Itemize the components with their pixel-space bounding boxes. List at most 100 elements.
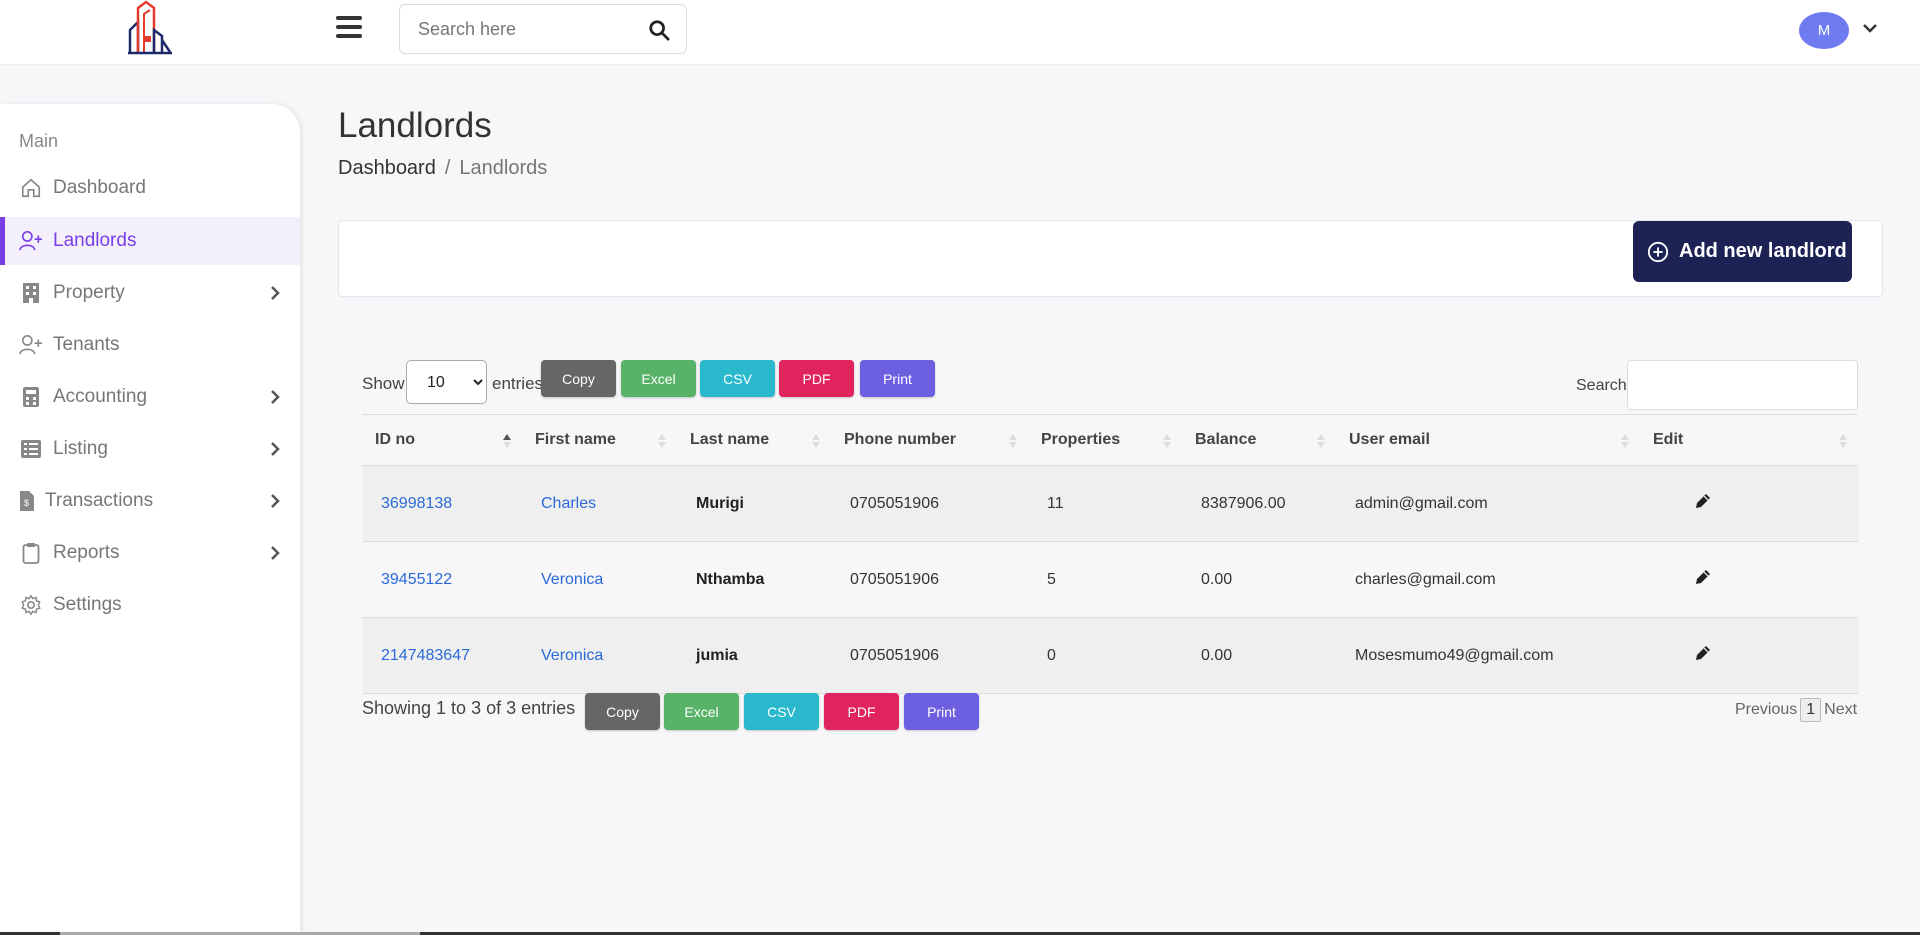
sidebar: Main Dashboard Landlords Property Tenant…	[0, 104, 300, 935]
landlord-first-name-link[interactable]: Veronica	[541, 571, 603, 588]
user-avatar[interactable]: M	[1799, 12, 1849, 49]
cell-last-name: Murigi	[677, 465, 831, 542]
chevron-down-icon[interactable]	[1862, 20, 1878, 36]
file-dollar-icon: $	[19, 489, 35, 513]
pencil-icon[interactable]	[1694, 492, 1712, 510]
sidebar-item-label: Dashboard	[53, 177, 146, 198]
print-button[interactable]: Print	[860, 360, 935, 397]
cell-balance: 8387906.00	[1182, 465, 1336, 542]
sort-icon	[658, 434, 666, 448]
column-header-balance[interactable]: Balance	[1182, 414, 1336, 466]
sidebar-item-tenants[interactable]: Tenants	[0, 321, 300, 369]
list-icon	[19, 437, 43, 461]
app-logo[interactable]	[124, 0, 176, 56]
building-icon	[19, 281, 43, 305]
pencil-icon[interactable]	[1694, 644, 1712, 662]
column-header-id[interactable]: ID no	[362, 414, 522, 466]
sort-icon	[1839, 434, 1847, 448]
copy-button[interactable]: Copy	[541, 360, 616, 397]
user-plus-icon	[19, 229, 43, 253]
sidebar-item-settings[interactable]: Settings	[0, 581, 300, 629]
chevron-right-icon	[271, 390, 280, 404]
column-header-label: Last name	[690, 431, 770, 448]
show-label: Show	[362, 374, 405, 393]
plus-circle-icon	[1647, 241, 1669, 262]
table-row: 39455122 Veronica Nthamba 0705051906 5 0…	[362, 541, 1858, 618]
sidebar-item-label: Transactions	[45, 490, 154, 511]
column-header-email[interactable]: User email	[1336, 414, 1640, 466]
search-icon[interactable]	[648, 19, 670, 41]
sidebar-item-landlords[interactable]: Landlords	[0, 217, 300, 265]
sort-icon	[1621, 434, 1629, 448]
cell-email: Mosesmumo49@gmail.com	[1336, 617, 1640, 694]
landlord-id-link[interactable]: 2147483647	[381, 647, 470, 664]
top-header: M	[0, 0, 1920, 65]
menu-toggle-icon[interactable]	[336, 16, 362, 38]
sort-icon	[1163, 434, 1171, 448]
cell-phone: 0705051906	[831, 541, 1028, 618]
pdf-button[interactable]: PDF	[779, 360, 854, 397]
add-new-landlord-button[interactable]: Add new landlord	[1633, 221, 1852, 282]
header-search[interactable]	[399, 4, 687, 54]
excel-button[interactable]: Excel	[664, 693, 739, 730]
add-new-landlord-label: Add new landlord	[1679, 240, 1847, 262]
copy-button[interactable]: Copy	[585, 693, 660, 730]
landlords-table: ID no First name Last name Phone number …	[362, 414, 1858, 694]
sidebar-item-listing[interactable]: Listing	[0, 425, 300, 473]
cell-edit	[1640, 465, 1858, 542]
column-header-last-name[interactable]: Last name	[677, 414, 831, 466]
sidebar-item-label: Accounting	[53, 386, 148, 407]
breadcrumb-separator: /	[444, 157, 451, 179]
gear-icon	[19, 593, 43, 617]
page-length-select[interactable]: 10 25 50 100	[406, 360, 487, 404]
sidebar-item-label: Settings	[53, 594, 122, 615]
column-header-label: Properties	[1041, 431, 1121, 448]
landlord-id-link[interactable]: 39455122	[381, 571, 452, 588]
pagination-previous[interactable]: Previous	[1735, 701, 1797, 719]
print-button[interactable]: Print	[904, 693, 979, 730]
excel-button[interactable]: Excel	[621, 360, 696, 397]
column-header-first-name[interactable]: First name	[522, 414, 677, 466]
entries-label: entries	[492, 374, 544, 393]
breadcrumb-home-link[interactable]: Dashboard	[338, 157, 436, 179]
sidebar-item-transactions[interactable]: $ Transactions	[0, 477, 300, 525]
landlord-first-name-link[interactable]: Veronica	[541, 647, 603, 664]
column-header-phone[interactable]: Phone number	[831, 414, 1028, 466]
cell-email: admin@gmail.com	[1336, 465, 1640, 542]
breadcrumb-current: Landlords	[459, 157, 548, 179]
column-header-properties[interactable]: Properties	[1028, 414, 1182, 466]
cell-last-name: jumia	[677, 617, 831, 694]
header-search-input[interactable]	[418, 19, 638, 40]
cell-last-name: Nthamba	[677, 541, 831, 618]
sidebar-item-label: Landlords	[53, 230, 137, 251]
column-header-label: Edit	[1653, 431, 1684, 448]
sidebar-item-label: Property	[53, 282, 125, 303]
chevron-right-icon	[271, 286, 280, 300]
column-header-label: ID no	[375, 431, 415, 448]
chevron-right-icon	[271, 546, 280, 560]
sidebar-item-label: Listing	[53, 438, 108, 459]
table-header-row: ID no First name Last name Phone number …	[362, 414, 1858, 466]
csv-button[interactable]: CSV	[744, 693, 819, 730]
calculator-icon	[19, 385, 43, 409]
sidebar-item-accounting[interactable]: Accounting	[0, 373, 300, 421]
pdf-button[interactable]: PDF	[824, 693, 899, 730]
cell-phone: 0705051906	[831, 465, 1028, 542]
chevron-right-icon	[271, 442, 280, 456]
column-header-label: User email	[1349, 431, 1430, 448]
table-search-input[interactable]	[1627, 360, 1858, 410]
sidebar-item-reports[interactable]: Reports	[0, 529, 300, 577]
pagination-next[interactable]: Next	[1824, 701, 1857, 719]
csv-button[interactable]: CSV	[700, 360, 775, 397]
pencil-icon[interactable]	[1694, 568, 1712, 586]
sidebar-item-label: Reports	[53, 542, 120, 563]
pagination-page[interactable]: 1	[1800, 698, 1822, 722]
column-header-label: Phone number	[844, 431, 957, 448]
chevron-right-icon	[271, 494, 280, 508]
landlord-id-link[interactable]: 36998138	[381, 495, 452, 512]
landlord-first-name-link[interactable]: Charles	[541, 495, 596, 512]
sidebar-item-dashboard[interactable]: Dashboard	[0, 164, 300, 212]
sidebar-item-property[interactable]: Property	[0, 269, 300, 317]
column-header-edit[interactable]: Edit	[1640, 414, 1858, 466]
sort-icon	[812, 434, 820, 448]
